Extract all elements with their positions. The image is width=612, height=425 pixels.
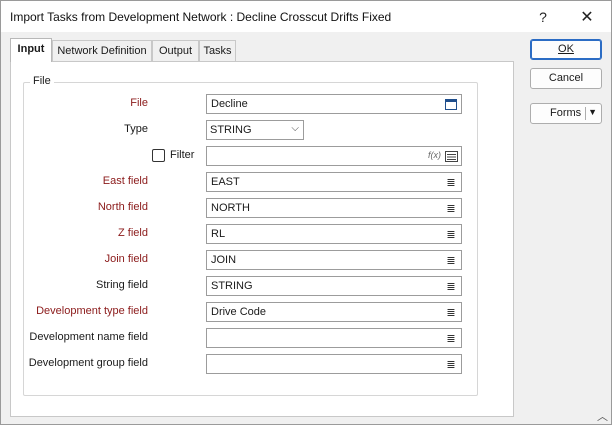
north-field-label: North field (97, 201, 148, 213)
z-field-value: RL (211, 228, 226, 240)
filter-input[interactable]: f(x) (206, 146, 462, 166)
tab-input[interactable]: Input (10, 38, 52, 62)
z-field-input[interactable]: RL ≣ (206, 224, 462, 244)
filter-editor-icon[interactable] (444, 149, 458, 163)
forms-button[interactable]: Forms ▼ (530, 103, 602, 124)
window-title: Import Tasks from Development Network : … (10, 10, 392, 24)
title-bar: Import Tasks from Development Network : … (1, 1, 611, 32)
file-label: File (130, 97, 148, 109)
dialog-window: Import Tasks from Development Network : … (0, 0, 612, 425)
file-browse-icon[interactable] (444, 97, 458, 111)
list-icon[interactable]: ≣ (444, 227, 458, 241)
file-value: Decline (211, 98, 248, 110)
caret-down-icon[interactable]: ▼ (588, 107, 597, 117)
list-icon[interactable]: ≣ (444, 305, 458, 319)
ok-button-label: OK (558, 43, 574, 55)
help-button[interactable]: ? (523, 1, 563, 32)
list-icon[interactable]: ≣ (444, 201, 458, 215)
file-input[interactable]: Decline (206, 94, 462, 114)
cancel-button[interactable]: Cancel (530, 68, 602, 89)
north-field-value: NORTH (211, 202, 250, 214)
list-icon[interactable]: ≣ (444, 357, 458, 371)
cancel-button-label: Cancel (548, 72, 584, 84)
function-icon[interactable]: f(x) (428, 150, 441, 160)
forms-button-label: Forms (550, 107, 582, 119)
list-icon[interactable]: ≣ (444, 175, 458, 189)
type-value: STRING (210, 124, 252, 136)
type-select[interactable]: STRING ⌵ (206, 120, 304, 140)
input-tab-panel: File File Decline Type STRING ⌵ Filter f… (10, 61, 514, 417)
forms-split-divider (585, 107, 586, 120)
filter-label: Filter (170, 149, 195, 161)
development-group-field-input[interactable]: ≣ (206, 354, 462, 374)
east-field-value: EAST (211, 176, 240, 188)
development-name-field-label: Development name field (29, 331, 148, 343)
development-type-field-input[interactable]: Drive Code ≣ (206, 302, 462, 322)
development-group-field-label: Development group field (28, 357, 148, 369)
string-field-input[interactable]: STRING ≣ (206, 276, 462, 296)
type-label: Type (124, 123, 148, 135)
join-field-value: JOIN (211, 254, 237, 266)
tab-output[interactable]: Output (152, 40, 199, 61)
tab-tasks[interactable]: Tasks (199, 40, 236, 61)
east-field-label: East field (102, 175, 148, 187)
ok-button[interactable]: OK (530, 39, 602, 60)
file-group-title: File (30, 75, 54, 87)
development-type-field-label: Development type field (36, 305, 148, 317)
list-icon[interactable]: ≣ (444, 331, 458, 345)
list-icon[interactable]: ≣ (444, 279, 458, 293)
east-field-input[interactable]: EAST ≣ (206, 172, 462, 192)
chevron-down-icon: ⌵ (291, 123, 299, 134)
filter-checkbox[interactable] (152, 149, 165, 162)
string-field-value: STRING (211, 280, 253, 292)
join-field-label: Join field (104, 253, 148, 265)
join-field-input[interactable]: JOIN ≣ (206, 250, 462, 270)
z-field-label: Z field (118, 227, 148, 239)
list-icon[interactable]: ≣ (444, 253, 458, 267)
north-field-input[interactable]: NORTH ≣ (206, 198, 462, 218)
close-button[interactable]: ✕ (567, 1, 607, 32)
file-group: File File Decline Type STRING ⌵ Filter f… (23, 75, 478, 396)
development-type-field-value: Drive Code (211, 306, 267, 318)
collapse-chevron-icon[interactable]: ︿ (597, 408, 608, 424)
string-field-label: String field (96, 279, 148, 291)
development-name-field-input[interactable]: ≣ (206, 328, 462, 348)
tab-network-definition[interactable]: Network Definition (52, 40, 152, 61)
